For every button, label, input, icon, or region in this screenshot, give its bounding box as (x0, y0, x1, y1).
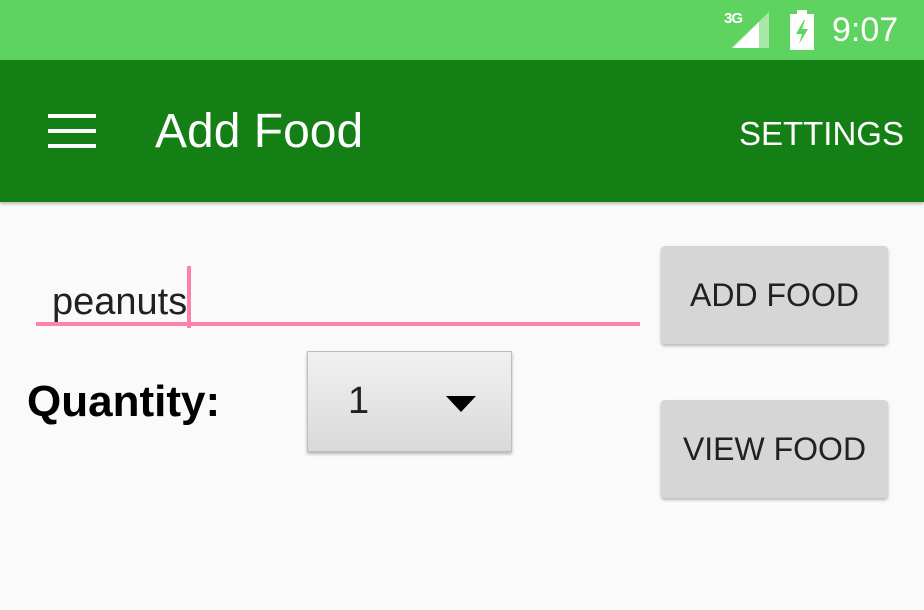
quantity-dropdown[interactable]: 1 (307, 351, 512, 452)
food-input-text: peanuts (52, 281, 188, 323)
menu-icon[interactable] (48, 114, 96, 148)
page-title: Add Food (155, 105, 364, 158)
settings-button[interactable]: SETTINGS (739, 114, 904, 154)
quantity-selected-value: 1 (348, 380, 370, 422)
food-input[interactable]: peanuts (36, 250, 640, 328)
input-underline (36, 322, 640, 326)
text-cursor (187, 266, 192, 328)
view-food-button[interactable]: VIEW FOOD (661, 400, 888, 498)
battery-charging-icon (790, 10, 814, 50)
quantity-label: Quantity: (27, 377, 221, 426)
status-bar: 3G 9:07 (0, 0, 924, 60)
add-food-button[interactable]: ADD FOOD (661, 246, 888, 344)
food-input-value[interactable]: peanuts (52, 266, 192, 328)
network-type-label: 3G (724, 10, 743, 27)
status-time: 9:07 (832, 11, 899, 49)
dropdown-arrow-icon (446, 396, 476, 412)
app-bar: Add Food SETTINGS (0, 60, 924, 202)
